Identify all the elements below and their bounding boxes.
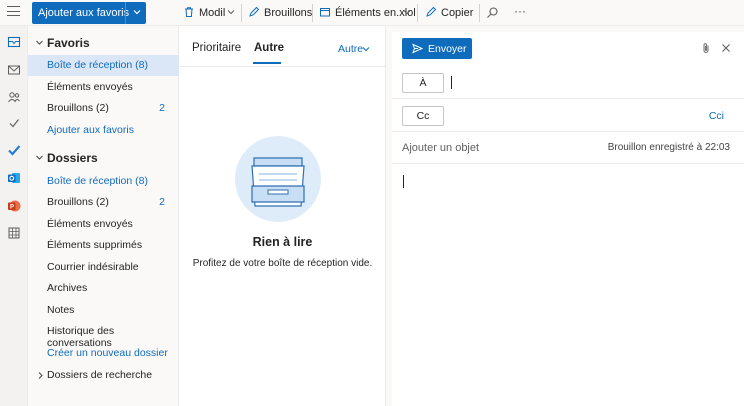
powerpoint-icon[interactable]: P <box>7 199 21 213</box>
favorites-item-drafts[interactable]: Brouillons (2) 2 <box>28 98 179 119</box>
folder-item-junk[interactable]: Courrier indésirable <box>28 257 179 278</box>
folder-item-drafts[interactable]: Brouillons (2) 2 <box>28 192 179 213</box>
subject-input[interactable]: Ajouter un objet <box>402 142 479 154</box>
unread-count: 2 <box>159 196 165 208</box>
drafts-icon <box>249 6 260 17</box>
copy-label: Copier <box>441 7 474 19</box>
folders-header[interactable]: Dossiers <box>28 148 179 168</box>
apps-icon[interactable] <box>7 226 21 240</box>
close-icon[interactable] <box>720 42 732 54</box>
svg-text:P: P <box>10 205 14 211</box>
tab-other[interactable]: Autre <box>254 42 284 54</box>
create-folder-link[interactable]: Créer un nouveau dossier <box>28 343 179 364</box>
sent-items-button[interactable]: Éléments en.xlol <box>319 6 416 20</box>
subject-row: Ajouter un objet Brouillon enregistré à … <box>392 132 744 164</box>
todo-icon[interactable] <box>7 116 21 130</box>
to-input[interactable] <box>451 76 452 89</box>
drafts-label: Brouillons <box>264 7 313 19</box>
command-bar: Ajouter aux favoris Modil Brouillons Élé… <box>0 0 744 26</box>
message-list: Prioritaire Autre Autre Rien à lire Prof… <box>179 26 386 406</box>
outlook-icon[interactable] <box>7 171 21 185</box>
active-tab-indicator <box>253 62 281 64</box>
empty-subtitle: Profitez de votre boîte de réception vid… <box>192 258 373 269</box>
chevron-down-icon[interactable] <box>403 9 411 15</box>
attach-icon[interactable] <box>700 42 712 54</box>
favorites-header[interactable]: Favoris <box>28 33 179 53</box>
chevron-down-icon[interactable] <box>227 9 235 15</box>
folder-item-archive[interactable]: Archives <box>28 278 179 299</box>
folder-item-sent[interactable]: Éléments envoyés <box>28 214 179 235</box>
folder-item-search-folders[interactable]: Dossiers de recherche <box>28 365 179 386</box>
chevron-down-icon <box>36 155 43 160</box>
folder-move-icon <box>320 8 330 17</box>
folder-item-deleted[interactable]: Éléments supprimés <box>28 235 179 256</box>
app-rail: P <box>0 26 28 406</box>
favorites-item-sent[interactable]: Éléments envoyés <box>28 77 179 98</box>
to-button[interactable]: À <box>402 73 444 93</box>
copy-button[interactable]: Copier <box>425 6 477 20</box>
trash-icon <box>185 7 193 17</box>
copy-icon <box>426 6 437 17</box>
tab-focused[interactable]: Prioritaire <box>192 42 241 54</box>
drafts-button[interactable]: Brouillons <box>248 6 313 20</box>
chevron-right-icon <box>38 372 43 379</box>
chevron-down-icon[interactable] <box>362 46 370 52</box>
menu-icon[interactable] <box>7 6 20 19</box>
folder-item-inbox[interactable]: Boîte de réception (8) <box>28 171 179 192</box>
add-to-favorites-button[interactable]: Ajouter aux favoris <box>32 2 146 24</box>
chevron-down-icon <box>36 40 43 45</box>
empty-illustration <box>235 136 321 222</box>
inbox-tray-icon <box>251 157 305 207</box>
people-icon[interactable] <box>7 90 21 104</box>
folder-item-notes[interactable]: Notes <box>28 300 179 321</box>
unread-count: 2 <box>159 102 165 114</box>
filter-button[interactable]: Autre <box>338 43 363 55</box>
chevron-down-icon[interactable] <box>132 7 142 17</box>
cc-button[interactable]: Cc <box>402 106 444 126</box>
todo-icon[interactable] <box>7 143 21 157</box>
search-icon[interactable] <box>486 6 499 19</box>
modify-label: Modil <box>199 7 226 19</box>
cc-row: Cc Cci <box>392 100 744 132</box>
folder-pane: Favoris Boîte de réception (8) Éléments … <box>28 26 179 406</box>
send-button[interactable]: Envoyer <box>402 38 472 59</box>
send-label: Envoyer <box>428 43 467 55</box>
folder-item-conversation-history[interactable]: Historique des conversations <box>28 321 179 349</box>
mail-icon[interactable] <box>7 35 21 49</box>
send-icon <box>412 43 423 54</box>
more-icon[interactable]: ··· <box>514 4 526 18</box>
favorites-item-inbox[interactable]: Boîte de réception (8) <box>28 55 179 76</box>
message-body[interactable] <box>403 175 404 188</box>
add-to-favorites-label: Ajouter aux favoris <box>38 7 130 19</box>
empty-title: Rien à lire <box>252 235 313 249</box>
to-row: À <box>392 67 744 99</box>
mail-icon[interactable] <box>7 63 21 77</box>
draft-status: Brouillon enregistré à 22:03 <box>607 142 730 153</box>
compose-pane: Envoyer À Cc Cci Ajouter un objet Brouil… <box>392 32 744 406</box>
bcc-button[interactable]: Cci <box>709 110 724 122</box>
add-favorite-link[interactable]: Ajouter aux favoris <box>28 120 179 141</box>
